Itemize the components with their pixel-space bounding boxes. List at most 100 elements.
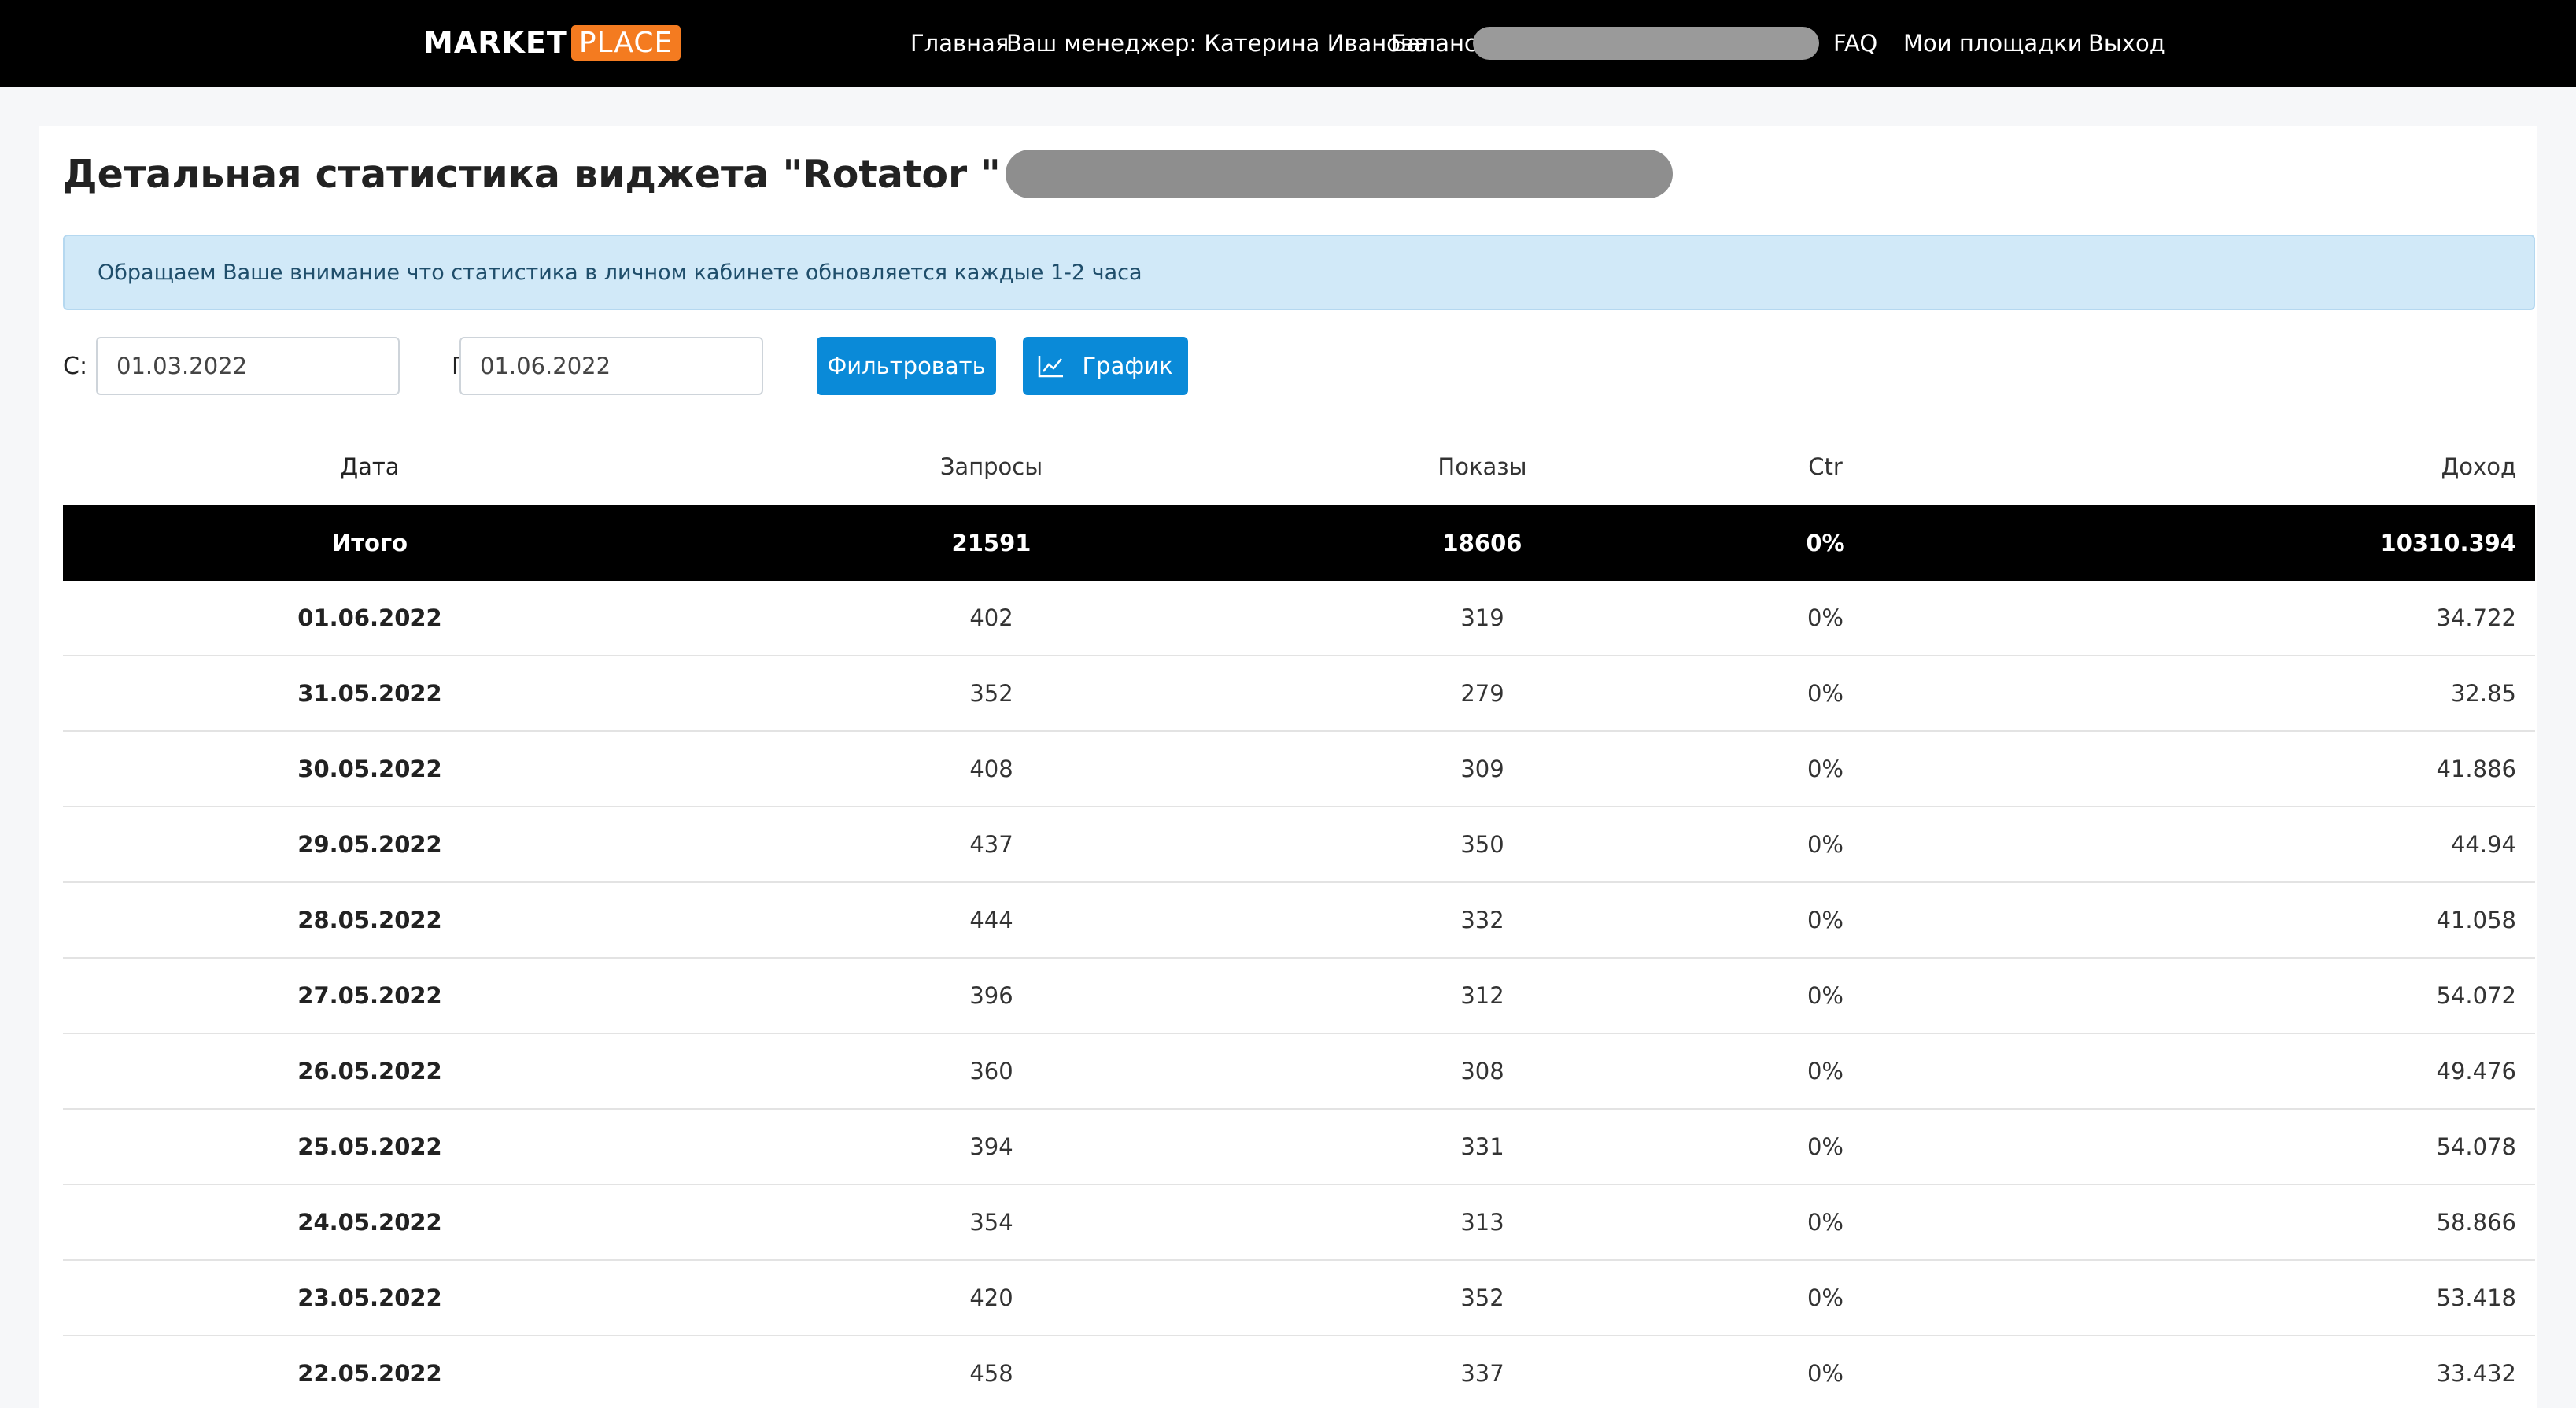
row-income: 41.886 — [2436, 756, 2516, 782]
row-shows: 332 — [1460, 907, 1504, 933]
info-alert-text: Обращаем Ваше внимание что статистика в … — [98, 260, 1142, 285]
logo-market-text: MARKET — [423, 25, 568, 60]
row-date: 23.05.2022 — [297, 1284, 442, 1311]
table-row: 31.05.2022 352 279 0% 32.85 — [63, 656, 2535, 732]
row-shows: 319 — [1460, 604, 1504, 631]
total-requests: 21591 — [951, 530, 1032, 556]
logo-place-text: PLACE — [570, 24, 681, 61]
row-requests: 420 — [969, 1284, 1013, 1311]
table-row: 27.05.2022 396 312 0% 54.072 — [63, 959, 2535, 1034]
total-income: 10310.394 — [2380, 530, 2516, 556]
row-income: 32.85 — [2450, 680, 2516, 707]
row-shows: 350 — [1460, 831, 1504, 858]
table-header: Дата Запросы Показы Ctr Доход — [63, 428, 2535, 505]
row-requests: 444 — [969, 907, 1013, 933]
row-date: 27.05.2022 — [297, 982, 442, 1009]
row-requests: 458 — [969, 1360, 1013, 1387]
row-date: 22.05.2022 — [297, 1360, 442, 1387]
row-shows: 279 — [1460, 680, 1504, 707]
row-income: 58.866 — [2436, 1209, 2516, 1236]
total-ctr: 0% — [1806, 530, 1845, 556]
stats-table: Дата Запросы Показы Ctr Доход Итого 2159… — [63, 453, 2535, 1408]
row-ctr: 0% — [1807, 756, 1843, 782]
row-date: 28.05.2022 — [297, 907, 442, 933]
nav-my-sites-link[interactable]: Мои площадки — [1903, 0, 2083, 87]
row-ctr: 0% — [1807, 907, 1843, 933]
row-ctr: 0% — [1807, 982, 1843, 1009]
table-row: 22.05.2022 458 337 0% 33.432 — [63, 1336, 2535, 1408]
row-shows: 312 — [1460, 982, 1504, 1009]
from-label: С: — [63, 353, 88, 380]
date-from-input[interactable] — [96, 337, 400, 395]
nav-logout-link[interactable]: Выход — [2088, 0, 2165, 87]
row-income: 34.722 — [2436, 604, 2516, 631]
row-ctr: 0% — [1807, 1209, 1843, 1236]
table-total-row: Итого 21591 18606 0% 10310.394 — [63, 505, 2535, 581]
balance-value-redacted — [1473, 0, 1819, 87]
row-income: 54.072 — [2436, 982, 2516, 1009]
nav-faq-link[interactable]: FAQ — [1833, 0, 1877, 87]
logo[interactable]: MARKET PLACE — [423, 23, 681, 62]
chart-button[interactable]: График — [1023, 337, 1188, 395]
row-ctr: 0% — [1807, 1058, 1843, 1085]
row-date: 29.05.2022 — [297, 831, 442, 858]
page-scrollbar[interactable] — [2567, 0, 2576, 1408]
row-requests: 354 — [969, 1209, 1013, 1236]
row-shows: 308 — [1460, 1058, 1504, 1085]
row-requests: 437 — [969, 831, 1013, 858]
table-body: 01.06.2022 402 319 0% 34.722 31.05.2022 352 279… — [63, 581, 2535, 1408]
row-requests: 408 — [969, 756, 1013, 782]
header-requests[interactable]: Запросы — [928, 428, 1054, 505]
row-shows: 313 — [1460, 1209, 1504, 1236]
widget-name-redacted — [1005, 150, 1673, 198]
row-ctr: 0% — [1807, 1360, 1843, 1387]
row-shows: 331 — [1460, 1133, 1504, 1160]
row-requests: 396 — [969, 982, 1013, 1009]
manager-info: Ваш менеджер: Катерина Иванова — [1006, 30, 1428, 57]
row-date: 25.05.2022 — [297, 1133, 442, 1160]
total-label: Итого — [331, 530, 408, 556]
table-row: 25.05.2022 394 331 0% 54.078 — [63, 1110, 2535, 1185]
row-date: 31.05.2022 — [297, 680, 442, 707]
balance-label: Баланс: — [1391, 30, 1485, 57]
row-ctr: 0% — [1807, 604, 1843, 631]
date-filter: С: По: Фильтровать График — [63, 337, 1243, 395]
row-shows: 337 — [1460, 1360, 1504, 1387]
row-ctr: 0% — [1807, 1284, 1843, 1311]
header-shows[interactable]: Показы — [1419, 428, 1545, 505]
row-date: 01.06.2022 — [297, 604, 442, 631]
page-title: Детальная статистика виджета "Rotator " — [63, 150, 1673, 198]
total-shows: 18606 — [1442, 530, 1522, 556]
header-date[interactable]: Дата — [63, 428, 677, 505]
row-requests: 402 — [969, 604, 1013, 631]
row-income: 41.058 — [2436, 907, 2516, 933]
row-ctr: 0% — [1807, 831, 1843, 858]
row-ctr: 0% — [1807, 680, 1843, 707]
header-income[interactable]: Доход — [2441, 428, 2516, 505]
row-date: 30.05.2022 — [297, 756, 442, 782]
header-ctr[interactable]: Ctr — [1786, 428, 1865, 505]
row-income: 53.418 — [2436, 1284, 2516, 1311]
filter-button[interactable]: Фильтровать — [817, 337, 996, 395]
row-requests: 352 — [969, 680, 1013, 707]
row-shows: 309 — [1460, 756, 1504, 782]
row-date: 24.05.2022 — [297, 1209, 442, 1236]
line-chart-icon — [1039, 356, 1064, 378]
table-row: 29.05.2022 437 350 0% 44.94 — [63, 807, 2535, 883]
table-row: 01.06.2022 402 319 0% 34.722 — [63, 581, 2535, 656]
row-income: 49.476 — [2436, 1058, 2516, 1085]
row-income: 44.94 — [2450, 831, 2516, 858]
row-requests: 360 — [969, 1058, 1013, 1085]
table-row: 24.05.2022 354 313 0% 58.866 — [63, 1185, 2535, 1261]
row-ctr: 0% — [1807, 1133, 1843, 1160]
filter-button-label: Фильтровать — [827, 353, 986, 379]
info-alert: Обращаем Ваше внимание что статистика в … — [63, 235, 2535, 310]
page-title-text: Детальная статистика виджета "Rotator " — [63, 151, 1001, 197]
nav-home-link[interactable]: Главная — [910, 0, 1009, 87]
table-row: 28.05.2022 444 332 0% 41.058 — [63, 883, 2535, 959]
row-income: 54.078 — [2436, 1133, 2516, 1160]
row-requests: 394 — [969, 1133, 1013, 1160]
row-shows: 352 — [1460, 1284, 1504, 1311]
table-row: 26.05.2022 360 308 0% 49.476 — [63, 1034, 2535, 1110]
date-to-input[interactable] — [459, 337, 763, 395]
